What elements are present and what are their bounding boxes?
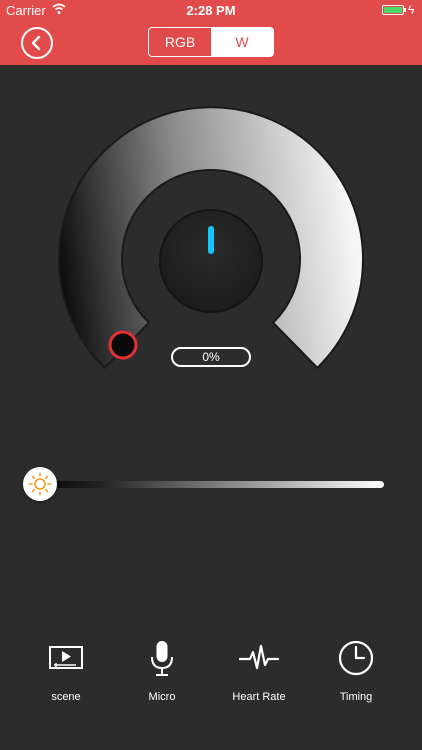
tab-scene[interactable]: scene [26,638,106,708]
battery-icon [382,5,406,15]
mode-segmented-control: RGB W [148,27,274,57]
microphone-icon [151,641,173,676]
tab-micro[interactable]: Micro [122,638,202,708]
tab-timing[interactable]: Timing [316,638,396,708]
heart-rate-icon [239,644,279,670]
sun-icon [28,472,52,496]
chevron-left-icon [31,35,41,51]
status-bar: Carrier 2:28 PM ϟ [0,0,422,20]
tab-timing-label: Timing [339,691,373,703]
clock-icon [338,640,374,676]
percent-readout: 0% [171,347,251,367]
tab-heart-rate[interactable]: Heart Rate [219,638,299,708]
scene-icon [49,646,83,669]
brightness-dial[interactable] [0,90,422,390]
brightness-slider-thumb[interactable] [23,467,57,501]
dial-handle[interactable] [108,330,138,360]
segment-w[interactable]: W [211,28,273,56]
tab-scene-label: scene [51,691,81,703]
tab-micro-label: Micro [148,691,176,703]
segment-rgb[interactable]: RGB [149,28,211,56]
navigation-bar: RGB W [0,20,422,65]
brightness-slider-track[interactable] [28,481,384,488]
status-time: 2:28 PM [186,3,236,18]
dial-knob[interactable] [159,209,263,313]
tab-heart-rate-label: Heart Rate [232,691,286,703]
charging-icon: ϟ [408,3,415,17]
back-button[interactable] [21,27,53,59]
dial-indicator [208,226,214,254]
